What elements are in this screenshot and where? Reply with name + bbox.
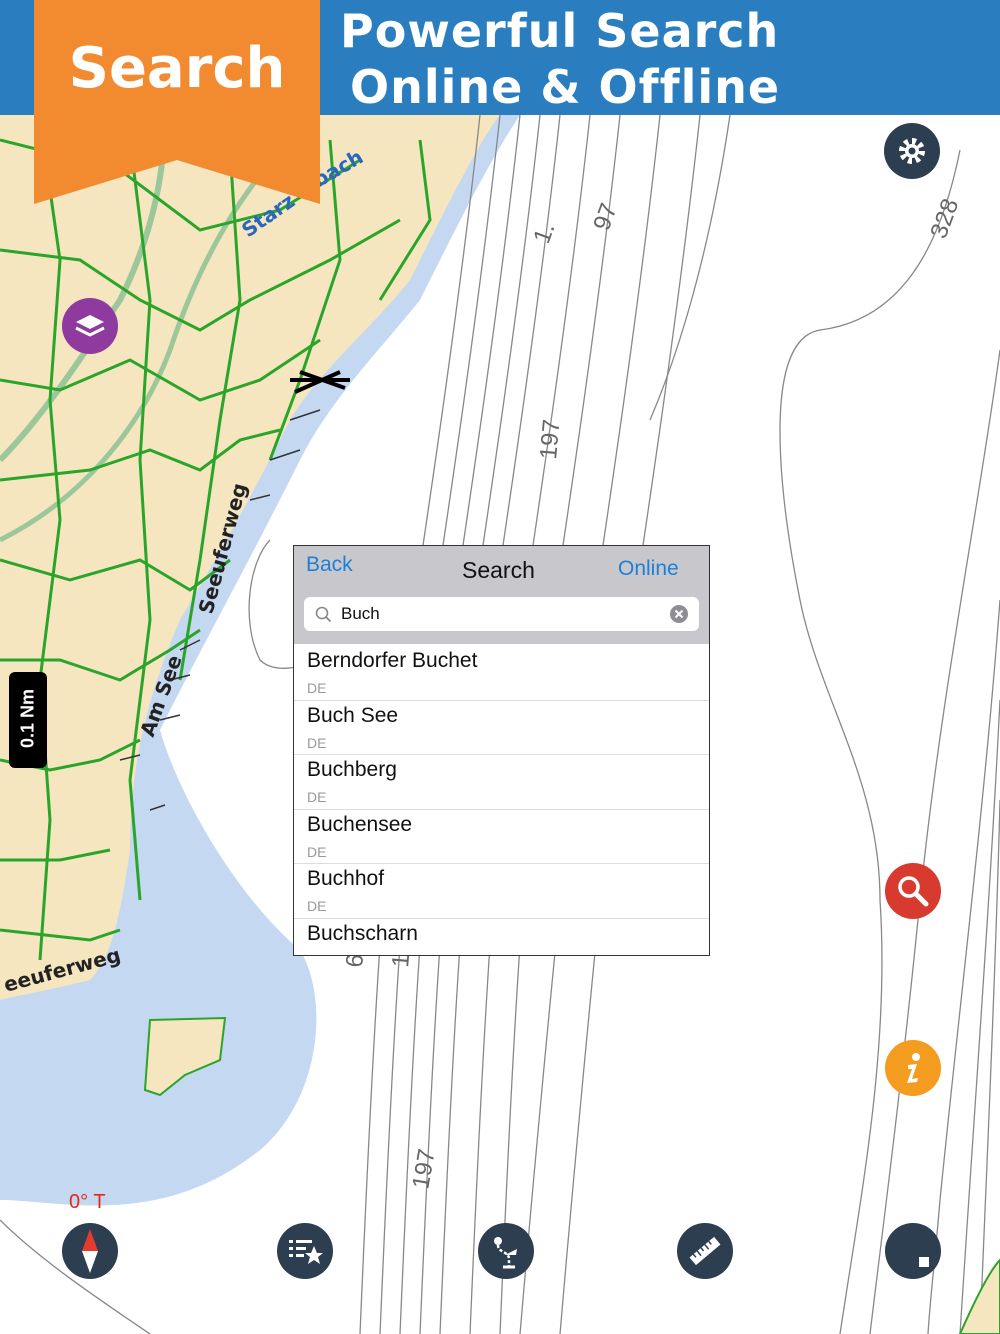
search-results-list: Berndorfer Buchet DE Buch See DE Buchber… [294, 646, 709, 973]
back-button[interactable]: Back [306, 553, 353, 577]
list-item[interactable]: Buch See DE [294, 701, 709, 755]
search-icon [898, 876, 929, 907]
result-name: Berndorfer Buchet [307, 649, 478, 672]
compass-button[interactable] [62, 1223, 118, 1279]
measure-button[interactable] [677, 1223, 733, 1279]
result-country: DE [307, 843, 327, 860]
search-banner [34, 0, 320, 204]
info-icon [907, 1053, 920, 1083]
result-name: Buch See [307, 703, 399, 727]
result-country: DE [307, 734, 327, 751]
heading-readout: 0° T [69, 1191, 106, 1213]
search-panel: Back Search Online Berndorfer Buchet DE … [293, 545, 710, 956]
scale-label: 0.1 Nm [17, 688, 38, 749]
search-nav-bar: Back Search Online [294, 546, 709, 644]
search-title: Search [462, 557, 535, 583]
list-item[interactable]: Buchensee DE [294, 810, 709, 864]
list-item[interactable]: Buchhof DE [294, 864, 709, 919]
list-item[interactable]: Buchscharn [294, 919, 709, 974]
search-button[interactable] [885, 863, 941, 919]
result-name: Buchhof [307, 867, 385, 890]
scale-bar: 0.1 Nm [9, 672, 47, 768]
layers-icon [75, 315, 105, 337]
search-box[interactable] [304, 597, 699, 631]
favorites-list-icon [289, 1240, 323, 1264]
search-icon [315, 606, 332, 623]
online-button[interactable]: Online [618, 557, 679, 581]
info-button[interactable] [885, 1040, 941, 1096]
layers-button[interactable] [62, 298, 118, 354]
gear-icon [899, 138, 925, 164]
result-country: DE [307, 680, 327, 696]
result-country: DE [307, 898, 327, 914]
compass-icon [82, 1229, 98, 1273]
depth-label: 197 [535, 418, 565, 460]
favorites-button[interactable] [277, 1223, 333, 1279]
track-button[interactable] [885, 1223, 941, 1279]
result-name: Buchscharn [307, 921, 418, 945]
list-item[interactable]: Buchberg DE [294, 755, 709, 810]
banner-label: Search [68, 36, 286, 101]
headline-line-2: Online & Offline [350, 60, 781, 114]
list-item[interactable]: Berndorfer Buchet DE [294, 646, 709, 701]
headline-line-1: Powerful Search [340, 4, 780, 58]
ruler-icon [689, 1236, 721, 1266]
result-name: Buchberg [307, 758, 397, 781]
clear-icon[interactable] [670, 605, 688, 623]
settings-button[interactable] [884, 123, 940, 179]
route-icon [494, 1237, 517, 1269]
route-button[interactable] [478, 1223, 534, 1279]
search-input[interactable] [341, 601, 661, 627]
result-country: DE [307, 789, 327, 805]
result-name: Buchensee [307, 812, 413, 836]
stop-icon [919, 1257, 929, 1267]
